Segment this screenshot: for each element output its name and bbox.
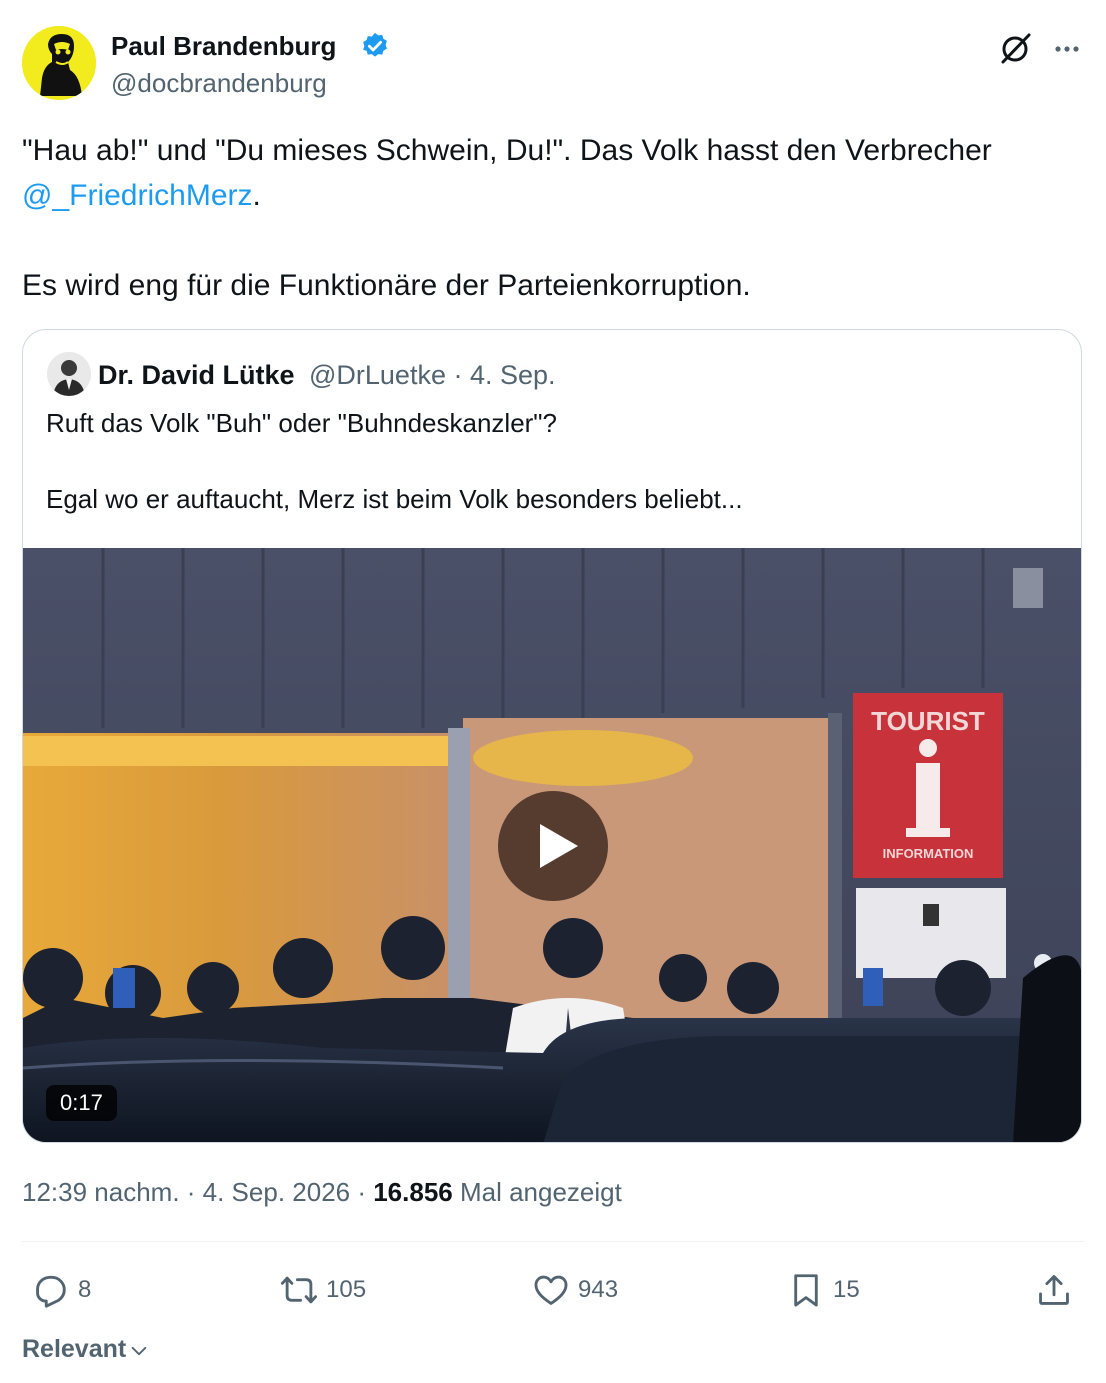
- mention-suffix: .: [252, 179, 261, 212]
- reply-sort-dropdown[interactable]: Relevant: [22, 1332, 150, 1366]
- avatar-portrait-icon: [22, 26, 96, 100]
- chevron-down-icon: [131, 1346, 147, 1356]
- quoted-author-name: Dr. David Lütke: [98, 360, 295, 390]
- share-icon: [1039, 1275, 1069, 1305]
- bookmark-button[interactable]: 15: [787, 1270, 860, 1310]
- repost-button[interactable]: 105: [280, 1270, 366, 1310]
- more-icon[interactable]: [1050, 32, 1084, 66]
- heart-icon: [534, 1275, 568, 1305]
- grok-icon[interactable]: [996, 30, 1034, 68]
- play-icon[interactable]: [498, 791, 608, 901]
- author-handle[interactable]: @docbrandenburg: [111, 68, 327, 99]
- reply-button[interactable]: 8: [32, 1270, 91, 1310]
- like-count: 943: [578, 1276, 619, 1303]
- repost-icon: [280, 1276, 318, 1304]
- tourist-sign-bottom: INFORMATION: [883, 846, 974, 861]
- action-bar: 8 105 943 15: [22, 1262, 1084, 1318]
- view-count-label: Mal angezeigt: [452, 1177, 622, 1207]
- video-player[interactable]: TOURIST INFORMATION 0:17: [23, 548, 1081, 1142]
- tweet-line-2: @_FriedrichMerz.: [22, 173, 1086, 218]
- video-duration: 0:17: [46, 1085, 117, 1121]
- tourist-sign-top: TOURIST: [871, 706, 985, 736]
- quoted-tweet[interactable]: Dr. David Lütke @DrLuetke · 4. Sep. Ruft…: [22, 329, 1082, 1143]
- reply-icon: [36, 1275, 66, 1308]
- repost-count: 105: [326, 1276, 367, 1303]
- reply-count: 8: [78, 1276, 92, 1303]
- like-button[interactable]: 943: [532, 1270, 618, 1310]
- tweet-line-3: Es wird eng für die Funktionäre der Part…: [22, 269, 751, 302]
- tweet-text: "Hau ab!" und "Du mieses Schwein, Du!". …: [22, 128, 1086, 308]
- author-avatar[interactable]: [22, 26, 96, 100]
- quoted-text-line-1: Ruft das Volk "Buh" oder "Buhndeskanzler…: [46, 408, 557, 438]
- quoted-author-meta: @DrLuetke · 4. Sep.: [309, 360, 556, 390]
- quoted-text-line-2: Egal wo er auftaucht, Merz ist beim Volk…: [46, 484, 743, 514]
- divider: [22, 1241, 1084, 1242]
- share-button[interactable]: [1035, 1270, 1073, 1310]
- bookmark-icon: [794, 1274, 818, 1307]
- tweet-timestamp[interactable]: 12:39 nachm. · 4. Sep. 2026 ·: [22, 1177, 373, 1207]
- quoted-author-avatar: [47, 352, 91, 396]
- tweet-header: Paul Brandenburg @docbrandenburg: [22, 26, 1084, 102]
- tweet-meta: 12:39 nachm. · 4. Sep. 2026 · 16.856 Mal…: [22, 1177, 622, 1208]
- bookmark-count: 15: [833, 1276, 860, 1303]
- tweet-line-1: "Hau ab!" und "Du mieses Schwein, Du!". …: [22, 134, 992, 167]
- sort-label: Relevant: [22, 1334, 127, 1363]
- view-count: 16.856: [373, 1177, 453, 1207]
- quoted-avatar-portrait-icon: [47, 352, 91, 396]
- verified-badge-icon[interactable]: [360, 31, 390, 61]
- author-name[interactable]: Paul Brandenburg: [111, 31, 336, 62]
- mention-link[interactable]: @_FriedrichMerz: [22, 179, 253, 212]
